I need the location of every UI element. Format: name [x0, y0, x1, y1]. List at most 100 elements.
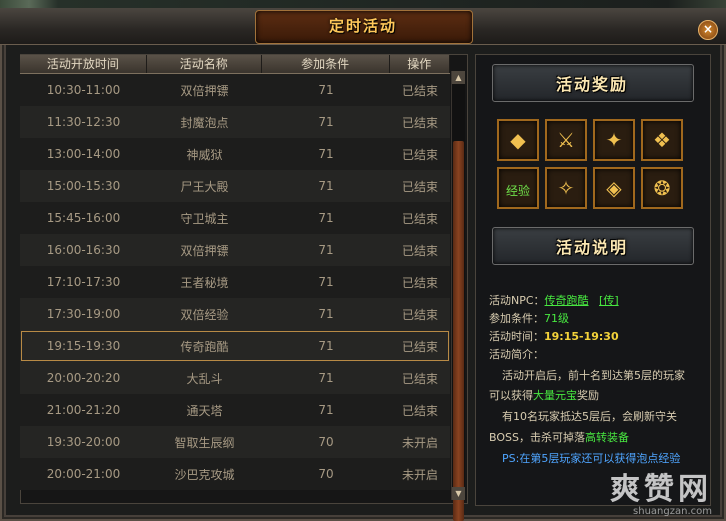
- time-value: 19:15-19:30: [544, 330, 619, 343]
- intro-line-5: PS:在第5层玩家还可以获得泡点经验: [502, 452, 681, 465]
- npc-name-link[interactable]: 传奇跑酷: [545, 294, 589, 307]
- row-requirement: 71: [318, 83, 334, 97]
- gold-ingot-icon-glyph: ◆: [510, 128, 526, 152]
- armor-icon[interactable]: ✧: [545, 167, 587, 209]
- activity-rows: 10:30-11:00 双倍押镖 71 已结束 11:30-12:30 封魔泡点 71 已结束…: [20, 74, 450, 490]
- row-requirement: 71: [318, 243, 334, 257]
- row-time: 17:10-17:30: [46, 275, 121, 289]
- description-title: 活动说明: [555, 238, 628, 257]
- row-status: 已结束: [401, 275, 438, 290]
- intro-line-3: 有10名玩家抵达5层后，会刷新守关: [502, 410, 677, 423]
- row-activity: 封魔泡点: [180, 115, 229, 130]
- row-time: 13:00-14:00: [46, 147, 121, 161]
- row-status: 已结束: [401, 179, 438, 194]
- row-requirement: 70: [318, 467, 334, 481]
- exp-orb-icon-glyph: 经验: [505, 184, 530, 198]
- row-activity: 守卫城主: [180, 211, 229, 226]
- row-requirement: 71: [318, 275, 334, 289]
- row-activity: 通天塔: [186, 403, 223, 418]
- npc-line: 活动NPC：传奇跑酷 [传]: [489, 292, 619, 308]
- row-requirement: 71: [318, 339, 334, 353]
- row-requirement: 71: [318, 115, 334, 129]
- table-row[interactable]: 15:00-15:30 尸王大殿 71 已结束: [20, 170, 450, 202]
- row-time: 20:00-21:00: [46, 467, 121, 481]
- close-button[interactable]: ×: [698, 20, 718, 40]
- row-status: 未开启: [401, 435, 438, 450]
- row-time: 15:45-16:00: [46, 211, 121, 225]
- table-row[interactable]: 19:15-19:30 传奇跑酷 71 已结束: [20, 330, 450, 362]
- header-operation: 操作: [390, 55, 450, 73]
- gold-ingot-icon[interactable]: ◆: [497, 119, 539, 161]
- wing-icon-glyph: ❖: [653, 128, 671, 152]
- intro-line-4a: BOSS，击杀可掉落: [489, 431, 585, 444]
- rewards-title: 活动奖励: [555, 75, 628, 94]
- table-row[interactable]: 17:10-17:30 王者秘境 71 已结束: [20, 266, 450, 298]
- table-row[interactable]: 15:45-16:00 守卫城主 71 已结束: [20, 202, 450, 234]
- row-time: 15:00-15:30: [46, 179, 121, 193]
- row-status: 已结束: [401, 371, 438, 386]
- row-status: 已结束: [401, 211, 438, 226]
- armor-icon-glyph: ✧: [557, 176, 575, 200]
- row-status: 未开启: [401, 467, 438, 482]
- scroll-thumb[interactable]: [453, 141, 464, 521]
- row-activity: 传奇跑酷: [180, 339, 229, 354]
- row-time: 20:00-20:20: [46, 371, 121, 385]
- row-time: 10:30-11:00: [46, 83, 121, 97]
- table-row[interactable]: 19:30-20:00 智取生辰纲 70 未开启: [20, 426, 450, 458]
- watermark-url: shuangzan.com: [633, 506, 712, 517]
- row-activity: 王者秘境: [180, 275, 229, 290]
- row-activity: 智取生辰纲: [174, 435, 235, 450]
- header-open-time: 活动开放时间: [20, 55, 147, 73]
- header-activity-name: 活动名称: [147, 55, 262, 73]
- table-row[interactable]: 13:00-14:00 神威狱 71 已结束: [20, 138, 450, 170]
- npc-teleport-link[interactable]: [传]: [599, 294, 619, 307]
- row-requirement: 71: [318, 371, 334, 385]
- exp-orb-icon[interactable]: 经验: [497, 167, 539, 209]
- row-activity: 双倍经验: [180, 307, 229, 322]
- row-activity: 双倍押镖: [180, 83, 229, 98]
- table-header: 活动开放时间 活动名称 参加条件 操作: [20, 55, 450, 74]
- watermark-logo: 爽赞网: [610, 472, 712, 507]
- row-requirement: 71: [318, 403, 334, 417]
- site-watermark: 爽赞网 shuangzan.com: [610, 472, 712, 518]
- blade-icon[interactable]: ✦: [593, 119, 635, 161]
- row-activity: 尸王大殿: [180, 179, 229, 194]
- sword-icon[interactable]: ⚔: [545, 119, 587, 161]
- table-row[interactable]: 10:30-11:00 双倍押镖 71 已结束: [20, 74, 450, 106]
- table-row[interactable]: 11:30-12:30 封魔泡点 71 已结束: [20, 106, 450, 138]
- row-status: 已结束: [401, 339, 438, 354]
- row-requirement: 71: [318, 307, 334, 321]
- row-activity: 双倍押镖: [180, 243, 229, 258]
- intro-line-2a: 可以获得: [489, 389, 533, 402]
- row-status: 已结束: [401, 243, 438, 258]
- row-status: 已结束: [401, 147, 438, 162]
- row-status: 已结束: [401, 403, 438, 418]
- row-status: 已结束: [401, 307, 438, 322]
- purple-gem-icon[interactable]: ◈: [593, 167, 635, 209]
- intro-line-2c: 奖励: [577, 389, 599, 402]
- scroll-up-button[interactable]: ▲: [452, 71, 465, 84]
- row-time: 19:15-19:30: [46, 339, 121, 353]
- table-row[interactable]: 17:30-19:00 双倍经验 71 已结束: [20, 298, 450, 330]
- intro-highlight-yuanbao: 大量元宝: [533, 389, 577, 402]
- row-time: 17:30-19:00: [46, 307, 121, 321]
- npc-label: 活动NPC：: [489, 294, 545, 307]
- row-requirement: 71: [318, 179, 334, 193]
- scrollbar[interactable]: ▲ ▼: [451, 71, 465, 521]
- time-label: 活动时间：: [489, 330, 544, 343]
- scroll-down-button[interactable]: ▼: [452, 487, 465, 500]
- table-row[interactable]: 16:00-16:30 双倍押镖 71 已结束: [20, 234, 450, 266]
- row-status: 已结束: [401, 115, 438, 130]
- wing-icon[interactable]: ❖: [641, 119, 683, 161]
- time-line: 活动时间：19:15-19:30: [489, 328, 619, 344]
- intro-line-1: 活动开启后，前十名到达第5层的玩家: [502, 369, 685, 382]
- row-time: 16:00-16:30: [46, 243, 121, 257]
- bracelet-icon[interactable]: ❂: [641, 167, 683, 209]
- condition-value: 71级: [544, 312, 569, 325]
- row-activity: 大乱斗: [186, 371, 223, 386]
- table-row[interactable]: 21:00-21:20 通天塔 71 已结束: [20, 394, 450, 426]
- intro-label: 活动简介：: [489, 348, 544, 361]
- condition-line: 参加条件：71级: [489, 310, 569, 326]
- table-row[interactable]: 20:00-21:00 沙巴克攻城 70 未开启: [20, 458, 450, 490]
- table-row[interactable]: 20:00-20:20 大乱斗 71 已结束: [20, 362, 450, 394]
